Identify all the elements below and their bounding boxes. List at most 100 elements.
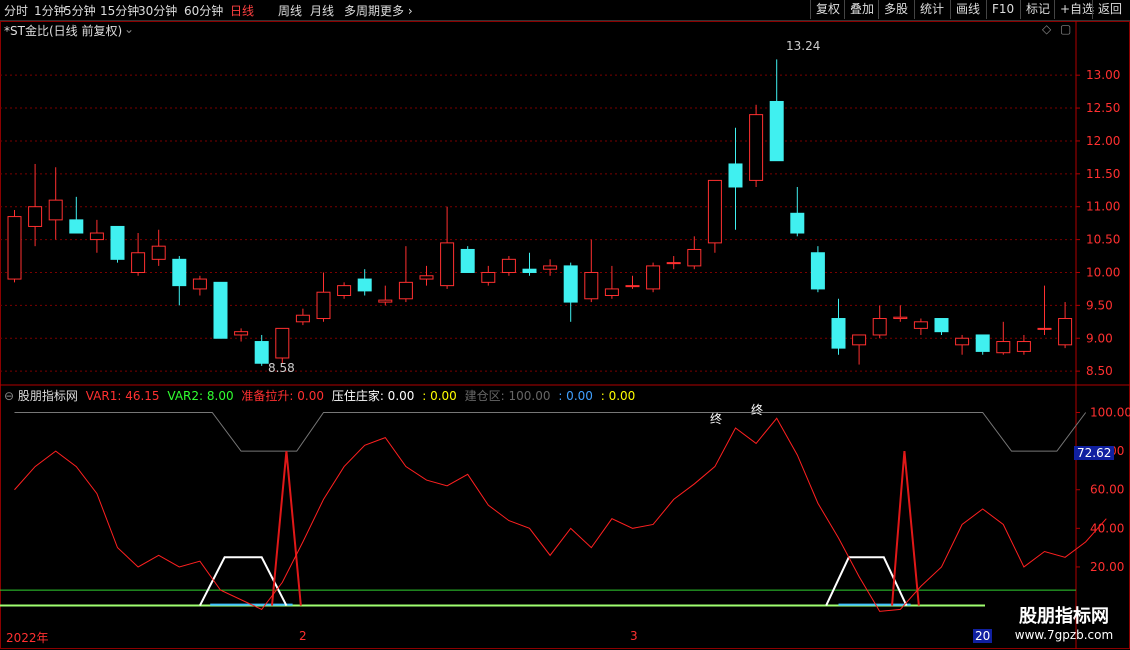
candle-body xyxy=(213,281,228,339)
diamond-icon[interactable]: ◇ xyxy=(1042,22,1051,36)
high-price-label: 13.24 xyxy=(786,39,821,53)
pressure-value: 压住庄家: 0.00 xyxy=(331,389,415,403)
price-tick-label: 8.50 xyxy=(1086,364,1113,378)
candle-body xyxy=(172,258,187,287)
candle-body xyxy=(316,291,331,320)
candle-body xyxy=(872,318,887,336)
end-marker-2: 终 xyxy=(751,403,764,417)
candle-body xyxy=(687,248,702,267)
time-label-year: 2022年 xyxy=(6,631,49,645)
candle-body xyxy=(1016,341,1031,352)
period-tab-4[interactable]: 30分钟 xyxy=(138,2,177,19)
candle-body xyxy=(1037,327,1052,330)
candle-body xyxy=(625,285,640,288)
candle-body xyxy=(584,271,599,300)
candle-body xyxy=(234,331,249,336)
stock-title: *ST金比(日线 前复权) xyxy=(4,24,123,38)
toolbar-button-8[interactable]: 返回 xyxy=(1092,0,1127,19)
watermark-title: 股朋指标网 xyxy=(1019,606,1109,627)
candle-body xyxy=(707,179,722,244)
toolbar-button-0[interactable]: 复权 xyxy=(810,0,845,19)
price-tick-label: 10.50 xyxy=(1086,233,1120,247)
price-tick-label: 9.50 xyxy=(1086,298,1113,312)
build-extra-2: : 0.00 xyxy=(600,389,636,403)
candle-body xyxy=(295,314,310,323)
toolbar-button-3[interactable]: 统计 xyxy=(914,0,949,19)
time-label-feb: 2 xyxy=(299,629,307,643)
build-extra-1: : 0.00 xyxy=(558,389,593,403)
toolbar-button-4[interactable]: 画线 xyxy=(950,0,985,19)
candle-body xyxy=(398,281,413,300)
candle-body xyxy=(543,265,558,270)
low-price-label: 8.58 xyxy=(268,361,295,375)
price-tick-label: 13.00 xyxy=(1086,68,1120,82)
period-tab-7[interactable]: 周线 xyxy=(278,2,302,19)
time-label-mar: 3 xyxy=(630,629,638,643)
period-tab-2[interactable]: 5分钟 xyxy=(64,2,96,19)
time-label-cursor: 20 xyxy=(973,629,993,643)
candle-body xyxy=(69,219,84,234)
price-tick-label: 9.00 xyxy=(1086,331,1113,345)
toolbar-button-5[interactable]: F10 xyxy=(986,0,1019,19)
period-tab-1[interactable]: 1分钟 xyxy=(34,2,66,19)
candle-body xyxy=(131,252,146,273)
candle-body xyxy=(357,278,372,292)
candle-body xyxy=(28,206,43,227)
candle-body xyxy=(646,265,661,290)
candle-body xyxy=(275,327,290,359)
candle-body xyxy=(378,299,393,303)
candle-body xyxy=(522,268,537,273)
candle-body xyxy=(852,334,867,346)
candle-body xyxy=(419,275,434,280)
toolbar-button-1[interactable]: 叠加 xyxy=(844,0,879,19)
indicator-header: ⊖ 股朋指标网 VAR1: 46.15 VAR2: 8.00 准备拉升: 0.0… xyxy=(4,387,635,404)
end-marker-1: 终 xyxy=(710,412,723,426)
period-tab-9[interactable]: 多周期 xyxy=(344,2,380,19)
prepare-spike-0 xyxy=(271,451,302,606)
chevron-down-icon[interactable]: ⌄ xyxy=(124,22,134,36)
period-toolbar: 分时 1分钟 5分钟 15分钟 30分钟 60分钟 日线 周线 月线 多周期 更多 › 复权 叠加 多股统… xyxy=(0,0,1130,21)
collapse-icon[interactable]: ⊖ xyxy=(4,389,18,403)
toolbar-button-2[interactable]: 多股 xyxy=(878,0,913,19)
toolbar-button-6[interactable]: 标记 xyxy=(1020,0,1055,19)
period-tab-8[interactable]: 月线 xyxy=(310,2,334,19)
candle-body xyxy=(810,252,825,290)
indicator-tick-label: 40.00 xyxy=(1090,521,1124,535)
price-tick-label: 11.00 xyxy=(1086,200,1120,214)
candle-body xyxy=(7,216,22,280)
price-tick-label: 11.50 xyxy=(1086,167,1120,181)
candle-body xyxy=(769,100,784,162)
var2-value: VAR2: 8.00 xyxy=(167,389,234,403)
candle-body xyxy=(728,163,743,188)
indicator-name[interactable]: 股朋指标网 xyxy=(18,389,78,403)
candle-body xyxy=(1058,318,1073,346)
candle-body xyxy=(996,341,1011,354)
build-zone-line xyxy=(14,412,1087,452)
candle-body xyxy=(151,245,166,260)
candle-body xyxy=(563,265,578,303)
candle-body xyxy=(975,334,990,352)
expand-icon[interactable]: ▢ xyxy=(1060,22,1071,36)
current-value-marker: 72.62 xyxy=(1074,446,1115,460)
period-tab-6[interactable]: 日线 xyxy=(230,2,254,19)
indicator-tick-label: 60.00 xyxy=(1090,483,1124,497)
chart-frame xyxy=(0,21,1130,649)
price-tick-label: 12.00 xyxy=(1086,134,1120,148)
build-zone-value: 建仓区: 100.00 xyxy=(464,389,551,403)
candle-body xyxy=(955,337,970,346)
price-tick-label: 12.50 xyxy=(1086,101,1120,115)
candle-body xyxy=(481,271,496,283)
pressure-extra-value: : 0.00 xyxy=(422,389,457,403)
period-tab-3[interactable]: 15分钟 xyxy=(100,2,139,19)
var1-line xyxy=(14,417,1107,612)
candle-body xyxy=(89,232,104,241)
period-tab-10[interactable]: 更多 › xyxy=(380,2,413,19)
candle-body xyxy=(501,258,516,273)
prepare-value: 准备拉升: 0.00 xyxy=(241,389,324,403)
period-tab-0[interactable]: 分时 xyxy=(4,2,28,19)
indicator-tick-label: 20.00 xyxy=(1090,560,1124,574)
var1-value: VAR1: 46.15 xyxy=(85,389,160,403)
period-tab-5[interactable]: 60分钟 xyxy=(184,2,223,19)
indicator-tick-label: 100.00 xyxy=(1090,406,1130,420)
candle-body xyxy=(831,318,846,349)
